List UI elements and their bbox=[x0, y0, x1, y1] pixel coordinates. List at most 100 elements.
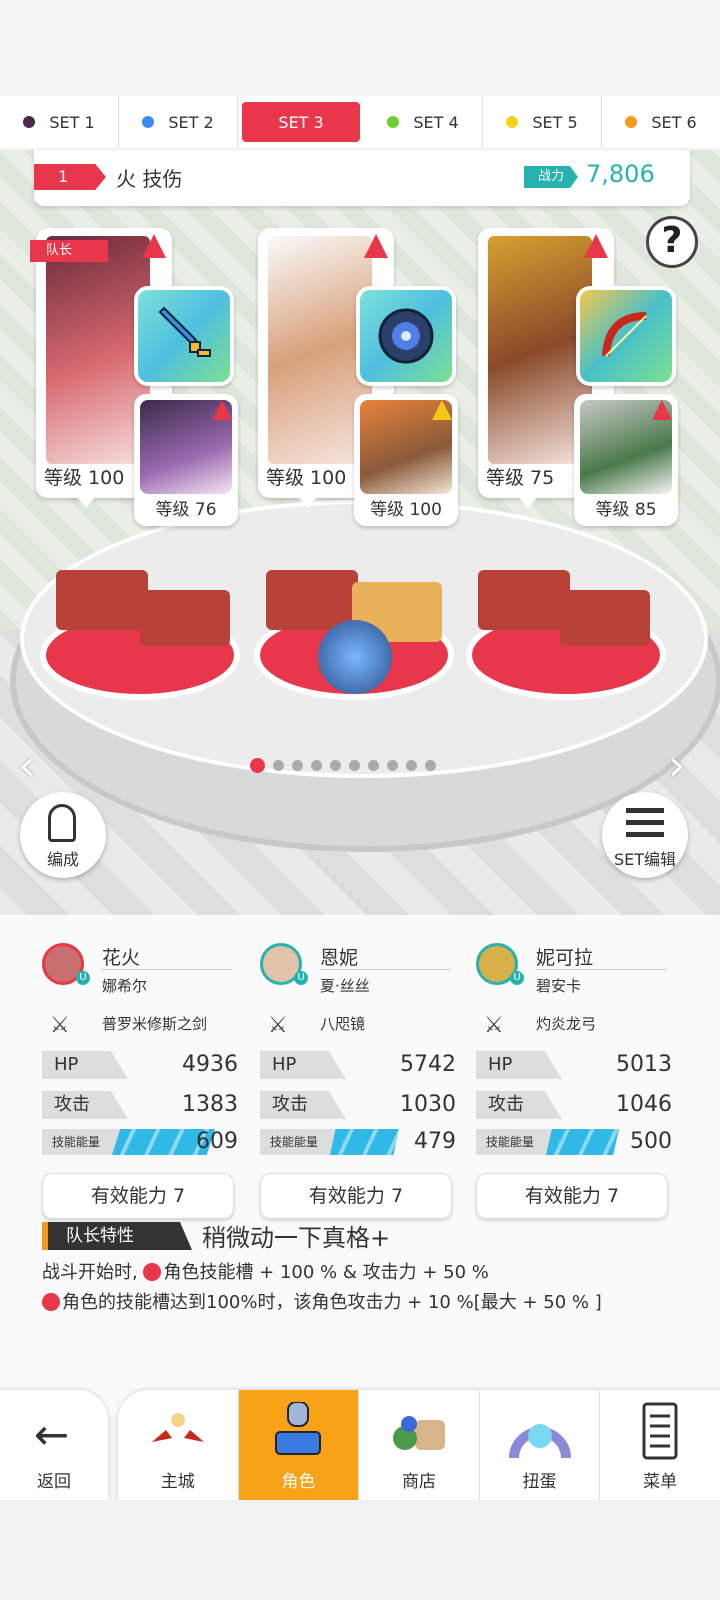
block-1b bbox=[140, 590, 230, 646]
mirror-icon bbox=[360, 290, 452, 382]
shop-icon bbox=[387, 1402, 451, 1462]
formation-button[interactable]: 编成 bbox=[20, 792, 106, 878]
attack-value-1: 1383 bbox=[182, 1092, 238, 1117]
tab-set-2[interactable]: SET 2 bbox=[119, 96, 238, 148]
power-label: 战力 bbox=[524, 166, 578, 188]
sub-character-name-3: 碧安卡 bbox=[536, 977, 582, 995]
nav-shop-label: 商店 bbox=[401, 1472, 436, 1492]
sub-character-level-3: 等级 85 bbox=[595, 500, 657, 520]
main-nav-group: 主城 角色 商店 扭蛋 菜单 bbox=[118, 1390, 720, 1500]
page-dot[interactable] bbox=[273, 760, 284, 771]
page-dot[interactable] bbox=[311, 760, 322, 771]
card-tail bbox=[298, 496, 318, 508]
weapon-card-2[interactable] bbox=[356, 286, 456, 386]
tab-set-1[interactable]: SET 1 bbox=[0, 96, 119, 148]
weapon-card-3[interactable] bbox=[576, 286, 676, 386]
next-team-arrow[interactable]: › bbox=[668, 740, 686, 791]
nav-item-gacha[interactable]: 扭蛋 bbox=[480, 1390, 601, 1500]
trait-line-1-prefix: 战斗开始时, bbox=[42, 1262, 144, 1283]
tab-set-4[interactable]: SET 4 bbox=[364, 96, 483, 148]
sub-character-card-3[interactable]: 等级 85 bbox=[574, 394, 678, 526]
page-dot[interactable] bbox=[349, 760, 360, 771]
u-badge-icon: U bbox=[510, 971, 524, 985]
set-1-dot bbox=[23, 116, 36, 128]
weapon-name-2: 八咫镜 bbox=[320, 1015, 366, 1033]
energy-bar-1: 技能能量 609 bbox=[42, 1129, 238, 1155]
card-tail bbox=[76, 496, 96, 508]
sub-character-name-1: 娜希尔 bbox=[102, 977, 148, 995]
energy-fill-2 bbox=[330, 1129, 399, 1155]
tab-set-5-label: SET 5 bbox=[532, 112, 578, 132]
effective-ability-button-3[interactable]: 有效能力 7 bbox=[476, 1173, 668, 1219]
prev-team-arrow[interactable]: ‹ bbox=[18, 740, 36, 791]
effective-ability-button-2[interactable]: 有效能力 7 bbox=[260, 1173, 452, 1219]
tab-set-6[interactable]: SET 6 bbox=[602, 96, 720, 148]
team-info-bar: 1 火 技伤 战力 7,806 bbox=[34, 150, 690, 206]
menu-icon bbox=[628, 1402, 692, 1462]
system-nav-area bbox=[0, 1500, 720, 1600]
hp-value-3: 5013 bbox=[616, 1052, 672, 1077]
energy-bar-2: 技能能量 479 bbox=[260, 1129, 456, 1155]
character-name-2: 恩妮 bbox=[320, 947, 359, 969]
gacha-icon bbox=[508, 1402, 572, 1462]
weapon-type-icon: ⚔ bbox=[50, 1013, 70, 1038]
energy-label: 技能能量 bbox=[260, 1129, 342, 1155]
weapon-card-1[interactable] bbox=[134, 286, 234, 386]
tab-set-3-label: SET 3 bbox=[278, 112, 324, 132]
nav-item-castle[interactable]: 主城 bbox=[118, 1390, 239, 1500]
set-5-dot bbox=[506, 116, 519, 128]
weapon-type-icon: ⚔ bbox=[484, 1013, 504, 1038]
nav-item-menu[interactable]: 菜单 bbox=[600, 1390, 720, 1500]
page-dot[interactable] bbox=[387, 760, 398, 771]
tab-set-3[interactable]: SET 3 bbox=[242, 102, 360, 142]
set-edit-button[interactable]: SET编辑 bbox=[602, 792, 688, 878]
trait-line-2-text: 角色的技能槽达到100%时，该角色攻击力 + 10 %[最大 + 50 % ] bbox=[62, 1292, 602, 1313]
sub-character-card-1[interactable]: 等级 76 bbox=[134, 394, 238, 526]
orb-artifact bbox=[318, 620, 392, 694]
character-level-3: 等级 75 bbox=[486, 467, 555, 489]
u-badge-icon: U bbox=[76, 971, 90, 985]
set-edit-label: SET编辑 bbox=[613, 850, 677, 869]
attack-label: 攻击 bbox=[476, 1091, 562, 1119]
page-dot[interactable] bbox=[250, 758, 265, 773]
card-tail bbox=[518, 496, 538, 508]
team-name: 火 技伤 bbox=[116, 167, 183, 191]
nav-item-character[interactable]: 角色 bbox=[238, 1390, 360, 1500]
castle-icon bbox=[146, 1402, 210, 1462]
sub-character-level-2: 等级 100 bbox=[370, 500, 442, 520]
set-tab-bar: SET 1 SET 2 SET 3 SET 4 SET 5 SET 6 bbox=[0, 96, 720, 148]
attack-value-3: 1046 bbox=[616, 1092, 672, 1117]
energy-fill-3 bbox=[546, 1129, 619, 1155]
page-dot[interactable] bbox=[425, 760, 436, 771]
block-1a bbox=[56, 570, 148, 630]
sub-character-level-1: 等级 76 bbox=[155, 500, 217, 520]
u-badge-icon: U bbox=[294, 971, 308, 985]
power-value: 7,806 bbox=[586, 160, 655, 188]
character-level-1: 等级 100 bbox=[44, 467, 125, 489]
character-name-1: 花火 bbox=[102, 947, 141, 969]
tab-set-5[interactable]: SET 5 bbox=[483, 96, 602, 148]
help-button[interactable]: ? bbox=[646, 216, 698, 268]
hp-label: HP bbox=[476, 1051, 562, 1079]
page-dot[interactable] bbox=[330, 760, 341, 771]
leader-trait-line-2: 角色的技能槽达到100%时，该角色攻击力 + 10 %[最大 + 50 % ] bbox=[42, 1288, 602, 1314]
effective-ability-button-1[interactable]: 有效能力 7 bbox=[42, 1173, 234, 1219]
nav-item-shop[interactable]: 商店 bbox=[359, 1390, 480, 1500]
attack-row: 攻击 1046 bbox=[476, 1091, 672, 1119]
leader-trait-title: 稍微动一下真格+ bbox=[202, 1224, 391, 1252]
team-pager bbox=[250, 758, 436, 773]
back-button[interactable]: ← 返回 bbox=[0, 1390, 108, 1500]
weapon-name-3: 灼炎龙弓 bbox=[536, 1015, 597, 1033]
leader-trait-line-1: 战斗开始时, 角色技能槽 + 100 % & 攻击力 + 50 % bbox=[42, 1258, 489, 1284]
page-dot[interactable] bbox=[406, 760, 417, 771]
page-dot[interactable] bbox=[368, 760, 379, 771]
attack-row: 攻击 1383 bbox=[42, 1091, 238, 1119]
fire-element-icon bbox=[42, 1293, 60, 1311]
sub-character-card-2[interactable]: 等级 100 bbox=[354, 394, 458, 526]
leader-badge: 队长 bbox=[30, 240, 108, 262]
nav-gacha-label: 扭蛋 bbox=[522, 1472, 557, 1492]
attack-label: 攻击 bbox=[260, 1091, 346, 1119]
page-dot[interactable] bbox=[292, 760, 303, 771]
back-arrow-icon: ← bbox=[34, 1410, 70, 1459]
block-3b bbox=[560, 590, 650, 646]
